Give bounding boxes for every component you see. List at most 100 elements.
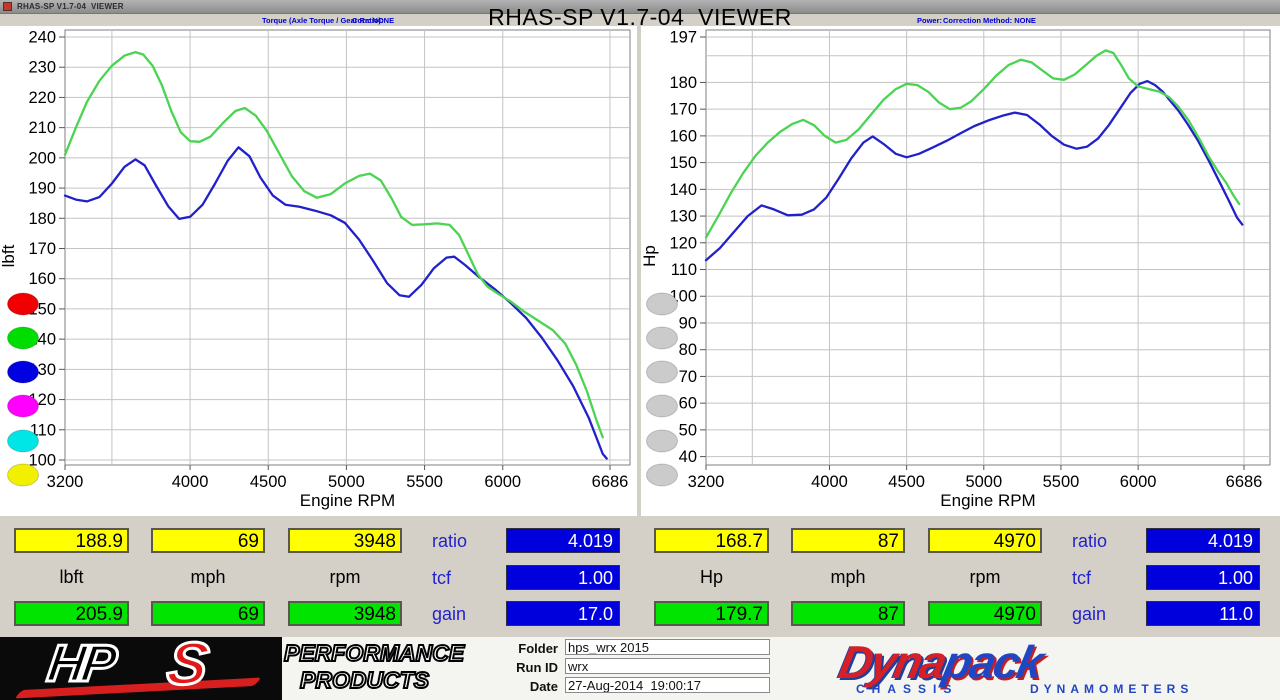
window-titlebar[interactable]: RHAS-SP V1.7-04 VIEWER (0, 0, 1280, 14)
power-chart-run-color-button-6[interactable] (646, 463, 678, 487)
torque-chart-panel: 240 230 220 210 200 190 180 170 160 150 140 130 120 1… (0, 26, 637, 516)
svg-text:170: 170 (669, 101, 697, 119)
svg-text:50: 50 (679, 421, 697, 439)
svg-text:200: 200 (28, 149, 56, 167)
hps-logo-s: S (162, 637, 214, 699)
torque-unit-label: lbft (59, 567, 84, 587)
svg-text:5500: 5500 (1043, 473, 1080, 491)
rpm-unit-label-left: rpm (329, 567, 361, 587)
gain-label-right: gain (1072, 604, 1107, 624)
folder-input[interactable] (565, 639, 770, 655)
svg-text:5000: 5000 (965, 473, 1002, 491)
dynapack-logo: Dynapack (834, 635, 1047, 689)
hps-performance-text: PERFORMANCE (283, 639, 465, 667)
power-chart-run-color-button-4[interactable] (646, 394, 678, 418)
power-chart-x-tick-labels: 3200 4000 4500 5000 5500 6000 6686 (688, 473, 1263, 491)
svg-text:40: 40 (679, 448, 697, 466)
svg-text:60: 60 (679, 395, 697, 413)
svg-text:6686: 6686 (592, 473, 629, 491)
rpm-cursor-value-run1-right: 4970 (928, 528, 1042, 553)
rpm-cursor-value-run2-right: 4970 (928, 601, 1042, 626)
svg-text:4500: 4500 (250, 473, 287, 491)
torque-chart-run-color-button-4[interactable] (7, 394, 39, 418)
svg-text:6000: 6000 (484, 473, 521, 491)
svg-text:4000: 4000 (811, 473, 848, 491)
speed-cursor-value-run1-left: 69 (151, 528, 265, 553)
footer-strip: HP S PERFORMANCE PRODUCTS Folder Run ID … (0, 635, 1280, 700)
torque-chart-run-color-button-1[interactable] (7, 292, 39, 316)
svg-text:220: 220 (28, 89, 56, 107)
svg-text:160: 160 (28, 270, 56, 288)
power-chart-run-color-button-3[interactable] (646, 360, 678, 384)
power-correction-label: Correction Method: NONE (943, 16, 1036, 25)
svg-text:70: 70 (679, 368, 697, 386)
svg-text:5000: 5000 (328, 473, 365, 491)
svg-text:197: 197 (669, 29, 697, 47)
gain-label-left: gain (432, 604, 467, 624)
torque-chart-run-color-button-2[interactable] (7, 326, 39, 350)
power-chart-run-color-button-2[interactable] (646, 326, 678, 350)
svg-text:4500: 4500 (888, 473, 925, 491)
power-chart-run-color-button-1[interactable] (646, 292, 678, 316)
svg-text:190: 190 (28, 180, 56, 198)
svg-text:80: 80 (679, 341, 697, 359)
hps-logo-hp: HP (42, 637, 117, 695)
gain-value-left: 17.0 (506, 601, 620, 626)
torque-cursor-value-run2: 205.9 (14, 601, 129, 626)
torque-correction-label: Corr: NONE (352, 16, 395, 25)
ratio-label-left: ratio (432, 531, 468, 551)
torque-chart-run-color-button-3[interactable] (7, 360, 39, 384)
date-label: Date (529, 679, 558, 694)
dyno-viewer-window: { "window": { "titlebar_title": "RHAS-SP… (0, 0, 1280, 700)
svg-text:240: 240 (28, 29, 56, 47)
torque-chart-run-color-button-6[interactable] (7, 463, 39, 487)
power-header-label: Power: (917, 16, 943, 25)
svg-text:160: 160 (669, 127, 697, 145)
dynapack-dynamometers-text: DYNAMOMETERS (1030, 682, 1194, 696)
dynapack-logo-pack: pack (938, 636, 1047, 688)
svg-text:180: 180 (669, 74, 697, 92)
power-chart-x-axis-title: Engine RPM (940, 491, 1035, 510)
svg-text:110: 110 (671, 261, 697, 279)
rpm-cursor-value-run1-left: 3948 (288, 528, 402, 553)
svg-text:150: 150 (669, 154, 697, 172)
svg-text:210: 210 (28, 119, 56, 137)
svg-text:6686: 6686 (1226, 473, 1263, 491)
speed-cursor-value-run2-left: 69 (151, 601, 265, 626)
rpm-cursor-value-run2-left: 3948 (288, 601, 402, 626)
speed-cursor-value-run1-right: 87 (791, 528, 905, 553)
power-chart-y-axis-title: Hp (641, 245, 659, 267)
gain-value-right: 11.0 (1146, 601, 1260, 626)
window-title: RHAS-SP V1.7-04 VIEWER (17, 2, 124, 11)
svg-text:230: 230 (28, 59, 56, 77)
svg-text:3200: 3200 (47, 473, 84, 491)
power-cursor-value-run1: 168.7 (654, 528, 769, 553)
date-input[interactable] (565, 677, 770, 693)
power-unit-label: Hp (699, 567, 723, 587)
power-chart-panel: 197 180 170 160 150 140 130 120 110 100 90 80 70 60 50… (641, 26, 1280, 516)
torque-chart-x-tick-labels: 3200 4000 4500 5000 5500 6000 6686 (47, 473, 629, 491)
dynapack-logo-dyna: Dyna (834, 636, 951, 688)
svg-text:130: 130 (669, 208, 697, 226)
power-chart: 1971801701601501401301201101009080706050… (641, 29, 1271, 510)
svg-text:6000: 6000 (1120, 473, 1157, 491)
hps-products-text: PRODUCTS (299, 666, 430, 694)
ratio-label-right: ratio (1072, 531, 1108, 551)
speed-cursor-value-run2-right: 87 (791, 601, 905, 626)
tcf-label-right: tcf (1072, 568, 1092, 588)
power-cursor-value-run2: 179.7 (654, 601, 769, 626)
tcf-value-left: 1.00 (506, 565, 620, 590)
svg-text:140: 140 (669, 181, 697, 199)
tcf-value-right: 1.00 (1146, 565, 1260, 590)
svg-text:4000: 4000 (172, 473, 209, 491)
torque-chart-run-color-button-5[interactable] (7, 429, 39, 453)
svg-text:180: 180 (28, 210, 56, 228)
svg-text:170: 170 (28, 240, 56, 258)
power-chart-run-color-button-5[interactable] (646, 429, 678, 453)
app-icon (3, 2, 12, 11)
svg-text:3200: 3200 (688, 473, 725, 491)
run-id-input[interactable] (565, 658, 770, 674)
ratio-value-left: 4.019 (506, 528, 620, 553)
speed-unit-label-left: mph (190, 567, 226, 587)
folder-label: Folder (518, 641, 558, 656)
